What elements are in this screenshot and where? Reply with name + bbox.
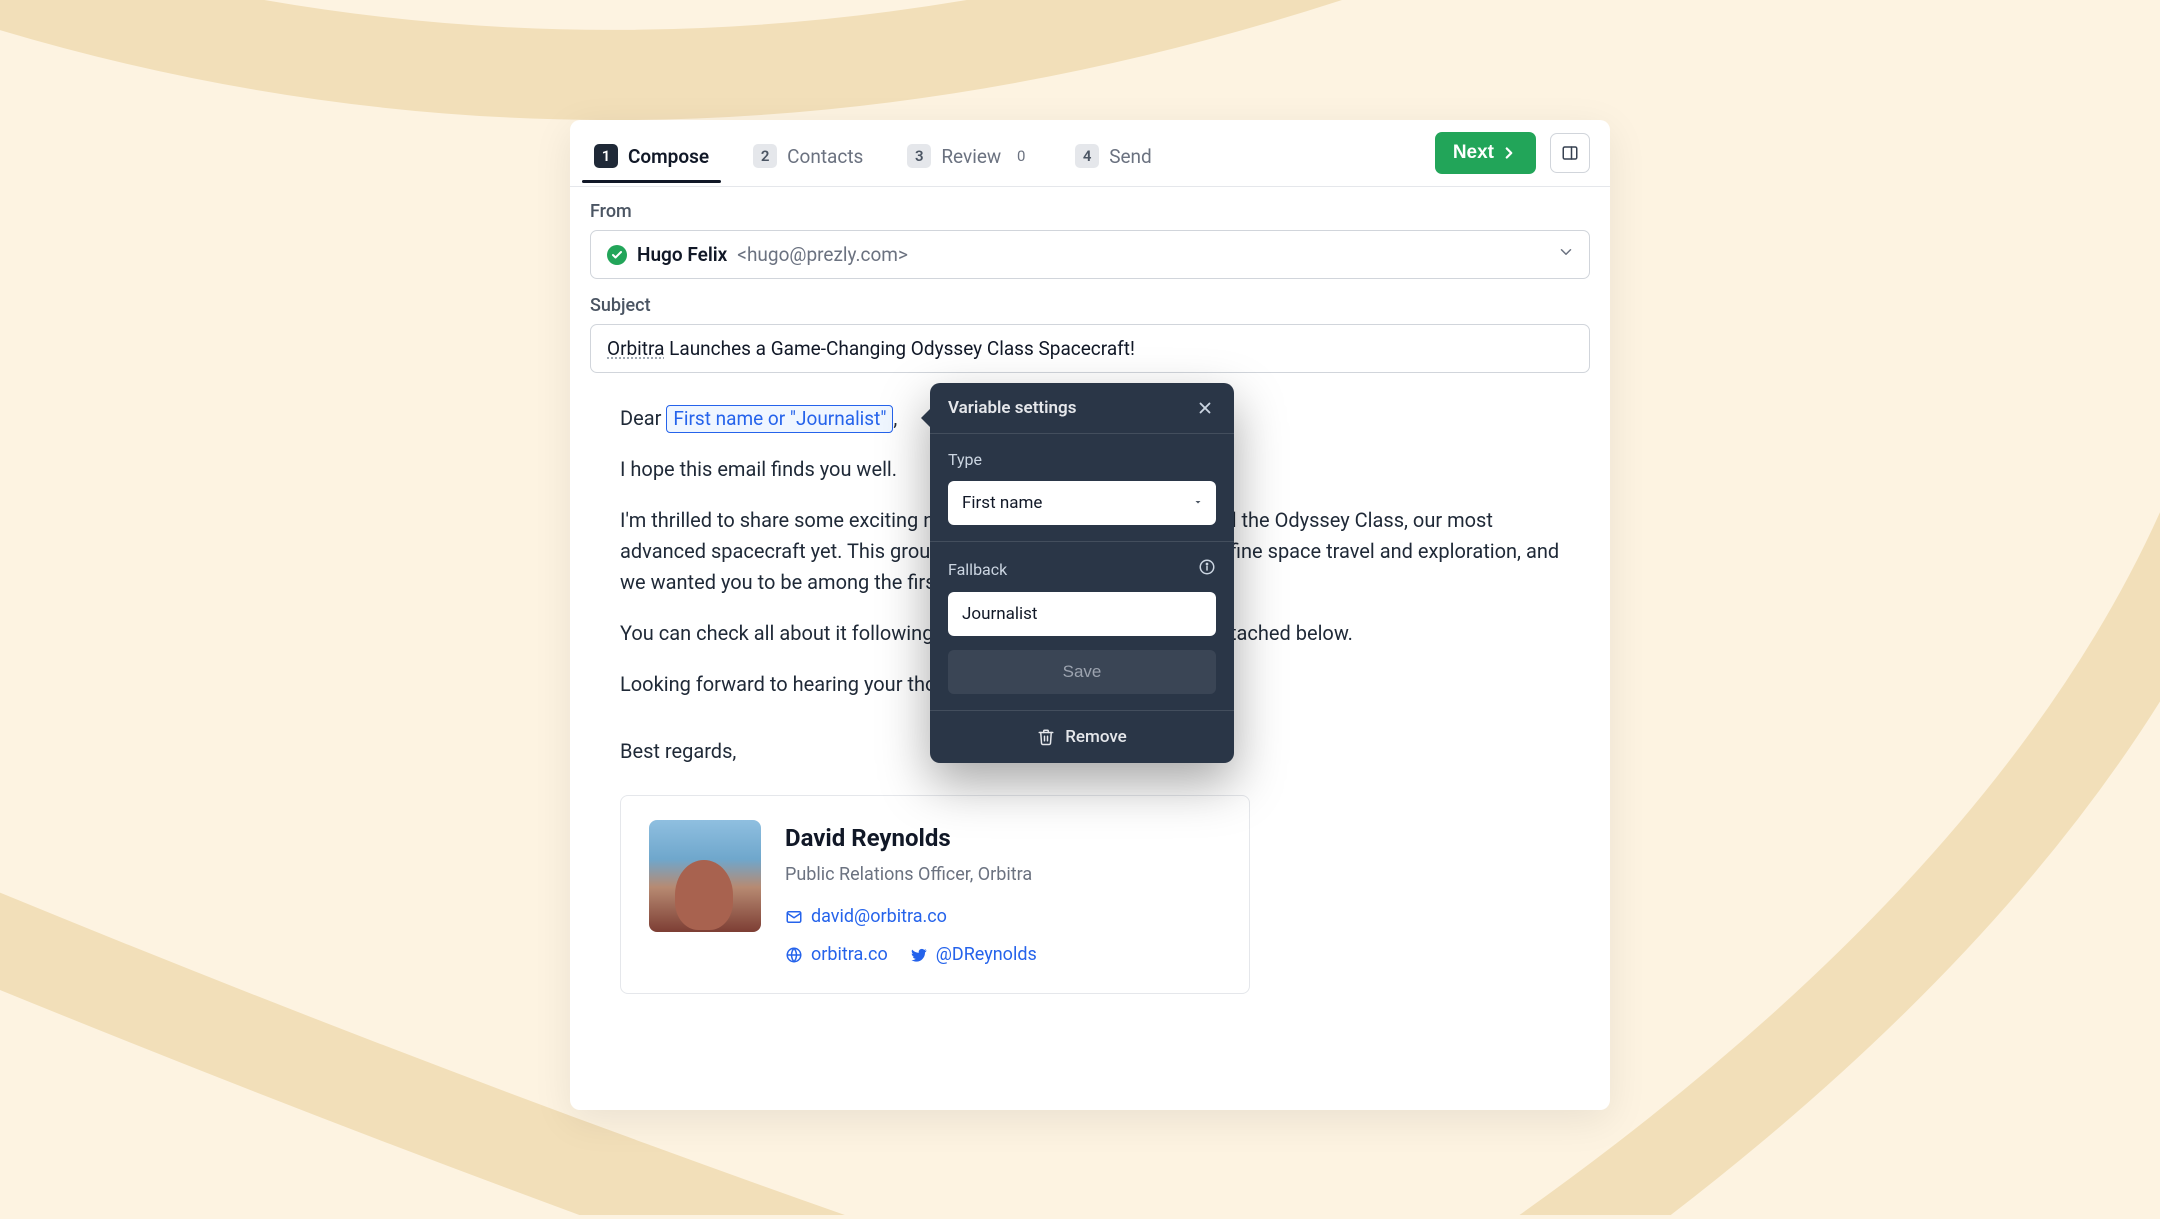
info-icon[interactable] xyxy=(1198,558,1216,580)
wizard-actions: Next xyxy=(1435,132,1590,186)
remove-button-label: Remove xyxy=(1065,727,1127,747)
greeting-text: Dear xyxy=(620,406,666,430)
tab-label: Compose xyxy=(628,145,709,168)
popover-type-section: Type First name xyxy=(930,434,1234,542)
subject-input[interactable]: Orbitra Launches a Game-Changing Odyssey… xyxy=(590,324,1590,373)
from-email: <hugo@prezly.com> xyxy=(737,243,908,266)
fallback-input[interactable] xyxy=(948,592,1216,636)
twitter-icon xyxy=(910,946,928,964)
from-label: From xyxy=(590,201,1590,222)
tab-review[interactable]: 3 Review 0 xyxy=(903,136,1035,182)
tab-send[interactable]: 4 Send xyxy=(1071,136,1156,182)
verified-icon xyxy=(607,245,627,265)
signature-card: David Reynolds Public Relations Officer,… xyxy=(620,795,1250,994)
signature-title: Public Relations Officer, Orbitra xyxy=(785,861,1037,889)
type-label: Type xyxy=(948,450,1216,469)
tab-label: Review xyxy=(941,145,1001,168)
fallback-label: Fallback xyxy=(948,558,1216,580)
tab-label: Contacts xyxy=(787,145,863,168)
popover-title: Variable settings xyxy=(948,398,1076,418)
from-select[interactable]: Hugo Felix <hugo@prezly.com> xyxy=(590,230,1590,279)
fallback-label-text: Fallback xyxy=(948,560,1007,579)
signature-email-link[interactable]: david@orbitra.co xyxy=(785,903,1037,931)
email-headers: From Hugo Felix <hugo@prezly.com> Subjec… xyxy=(570,187,1610,373)
wizard-tabs-bar: 1 Compose 2 Contacts 3 Review 0 4 Send N… xyxy=(570,120,1610,187)
from-name: Hugo Felix xyxy=(637,243,727,266)
save-button[interactable]: Save xyxy=(948,650,1216,694)
signature-avatar xyxy=(649,820,761,932)
variable-chip-firstname[interactable]: First name or "Journalist" xyxy=(666,405,893,433)
next-button[interactable]: Next xyxy=(1435,132,1536,174)
close-icon xyxy=(1196,399,1214,417)
signature-website-text: orbitra.co xyxy=(811,941,888,969)
close-button[interactable] xyxy=(1194,397,1216,419)
panel-right-icon xyxy=(1561,144,1579,162)
subject-label: Subject xyxy=(590,295,1590,316)
subject-brand: Orbitra xyxy=(607,337,664,360)
chevron-down-icon xyxy=(1557,243,1575,266)
tab-number: 1 xyxy=(594,144,618,168)
tab-number: 2 xyxy=(753,144,777,168)
variable-settings-popover: Variable settings Type First name Fallba… xyxy=(930,383,1234,763)
variable-type-select[interactable]: First name xyxy=(948,481,1216,525)
popover-header: Variable settings xyxy=(930,383,1234,434)
tab-compose[interactable]: 1 Compose xyxy=(590,136,713,182)
wizard-tabs: 1 Compose 2 Contacts 3 Review 0 4 Send xyxy=(590,136,1156,182)
tab-contacts[interactable]: 2 Contacts xyxy=(749,136,867,182)
tab-label: Send xyxy=(1109,145,1152,168)
signature-website-link[interactable]: orbitra.co xyxy=(785,941,888,969)
signature-twitter-text: @DReynolds xyxy=(936,941,1037,969)
tab-count-badge: 0 xyxy=(1011,145,1031,167)
tab-number: 3 xyxy=(907,144,931,168)
signature-name: David Reynolds xyxy=(785,820,1037,857)
panel-toggle-button[interactable] xyxy=(1550,133,1590,173)
signature-email-text: david@orbitra.co xyxy=(811,903,947,931)
tab-number: 4 xyxy=(1075,144,1099,168)
popover-fallback-section: Fallback Save xyxy=(930,542,1234,711)
globe-icon xyxy=(785,946,803,964)
mail-icon xyxy=(785,908,803,926)
trash-icon xyxy=(1037,728,1055,746)
chevron-right-icon xyxy=(1500,144,1518,162)
signature-twitter-link[interactable]: @DReynolds xyxy=(910,941,1037,969)
remove-button[interactable]: Remove xyxy=(930,711,1234,763)
next-button-label: Next xyxy=(1453,142,1494,164)
subject-text: Launches a Game-Changing Odyssey Class S… xyxy=(664,337,1134,360)
greeting-comma: , xyxy=(893,406,897,430)
signature-info: David Reynolds Public Relations Officer,… xyxy=(785,820,1037,969)
